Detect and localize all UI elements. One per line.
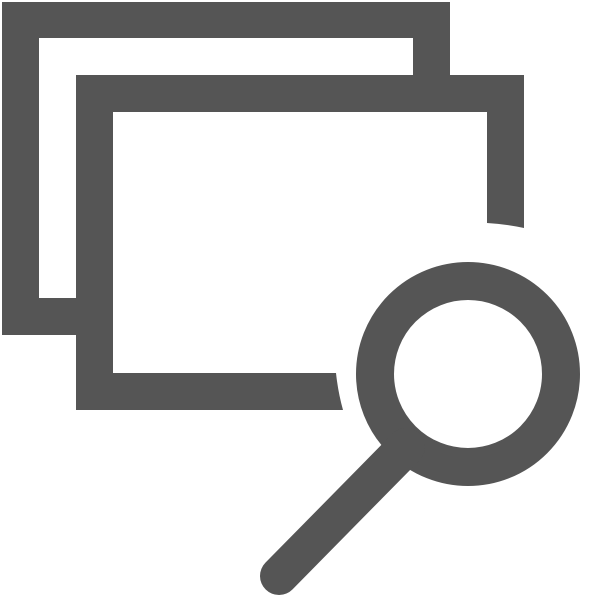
back-window-frame	[2, 2, 450, 335]
icon-canvas	[0, 0, 600, 600]
search-windows-icon	[2, 2, 580, 595]
magnifying-glass-icon	[260, 262, 580, 595]
magnifier-handle	[260, 428, 425, 595]
back-window-icon	[2, 2, 450, 335]
front-window-icon	[76, 75, 524, 410]
front-window-frame	[76, 75, 524, 410]
